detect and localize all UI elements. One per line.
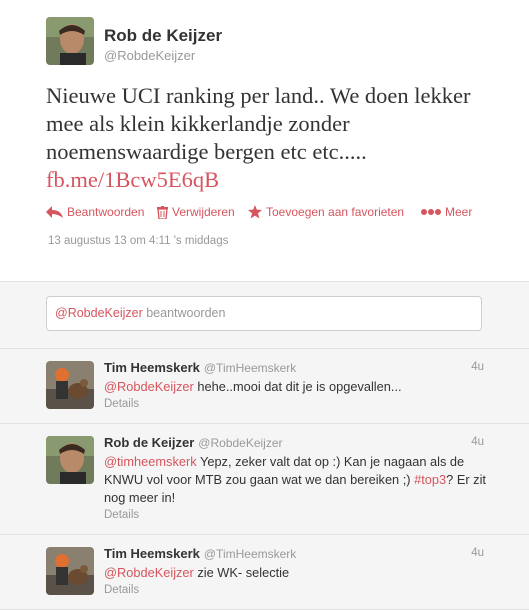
author-name[interactable]: Tim Heemskerk: [104, 360, 200, 375]
reply-time[interactable]: 4u: [471, 547, 484, 559]
tweet-body: Nieuwe UCI ranking per land.. We doen le…: [46, 83, 471, 164]
avatar[interactable]: [46, 17, 94, 65]
details-link[interactable]: Details: [104, 398, 139, 410]
trash-icon: [157, 205, 168, 219]
author-handle[interactable]: @RobdeKeijzer: [104, 48, 195, 63]
reply-text: @RobdeKeijzer hehe..mooi dat dit je is o…: [104, 378, 494, 396]
author-name[interactable]: Rob de Keijzer: [104, 26, 222, 46]
reply-body: zie WK- selectie: [193, 565, 290, 580]
reply-author: Tim Heemskerk @TimHeemskerk: [104, 546, 296, 561]
reply-text: @timheemskerk Yepz, zeker valt dat op :)…: [104, 453, 494, 507]
reply-time[interactable]: 4u: [471, 361, 484, 373]
avatar[interactable]: [46, 547, 94, 595]
favorite-label: Toevoegen aan favorieten: [266, 205, 405, 219]
tweet-timestamp[interactable]: 13 augustus 13 om 4:11 's middags: [48, 235, 228, 247]
reply-author: Rob de Keijzer @RobdeKeijzer: [104, 435, 283, 450]
mention-link[interactable]: @RobdeKeijzer: [104, 379, 194, 394]
reply-icon: [46, 206, 63, 218]
author-name[interactable]: Rob de Keijzer: [104, 435, 194, 450]
reply-section: @RobdeKeijzer beantwoorden: [0, 282, 529, 349]
conversation-item[interactable]: Tim Heemskerk @TimHeemskerk 4u @RobdeKeij…: [0, 535, 529, 610]
tweet-link[interactable]: fb.me/1Bcw5E6qB: [46, 167, 219, 192]
avatar[interactable]: [46, 436, 94, 484]
reply-placeholder: beantwoorden: [142, 306, 226, 320]
author-handle[interactable]: @RobdeKeijzer: [198, 436, 282, 450]
mention-link[interactable]: @RobdeKeijzer: [104, 565, 194, 580]
reply-button[interactable]: Beantwoorden: [46, 203, 144, 221]
conversation-item[interactable]: Rob de Keijzer @RobdeKeijzer 4u @timheems…: [0, 424, 529, 535]
mention-link[interactable]: @timheemskerk: [104, 454, 197, 469]
main-tweet: Rob de Keijzer @RobdeKeijzer Nieuwe UCI …: [0, 0, 529, 282]
more-button[interactable]: Meer: [421, 203, 472, 221]
details-link[interactable]: Details: [104, 509, 139, 521]
reply-input[interactable]: @RobdeKeijzer beantwoorden: [46, 296, 482, 331]
avatar[interactable]: [46, 361, 94, 409]
author-handle[interactable]: @TimHeemskerk: [204, 547, 296, 561]
reply-author: Tim Heemskerk @TimHeemskerk: [104, 360, 296, 375]
favorite-button[interactable]: Toevoegen aan favorieten: [248, 203, 404, 221]
reply-time[interactable]: 4u: [471, 436, 484, 448]
delete-label: Verwijderen: [172, 205, 235, 219]
reply-label: Beantwoorden: [67, 205, 145, 219]
conversation-item[interactable]: Tim Heemskerk @TimHeemskerk 4u @RobdeKeij…: [0, 349, 529, 424]
tweet-text: Nieuwe UCI ranking per land.. We doen le…: [46, 82, 506, 194]
details-link[interactable]: Details: [104, 584, 139, 596]
more-dots-icon: [421, 209, 441, 215]
reply-text: @RobdeKeijzer zie WK- selectie: [104, 564, 494, 582]
hashtag-link[interactable]: #top3: [414, 472, 446, 487]
more-label: Meer: [445, 205, 473, 219]
author-handle[interactable]: @TimHeemskerk: [204, 361, 296, 375]
reply-mention: @RobdeKeijzer: [55, 306, 143, 320]
author-name[interactable]: Tim Heemskerk: [104, 546, 200, 561]
delete-button[interactable]: Verwijderen: [157, 203, 235, 221]
reply-body: hehe..mooi dat dit je is opgevallen...: [193, 379, 402, 394]
star-icon: [248, 205, 262, 219]
